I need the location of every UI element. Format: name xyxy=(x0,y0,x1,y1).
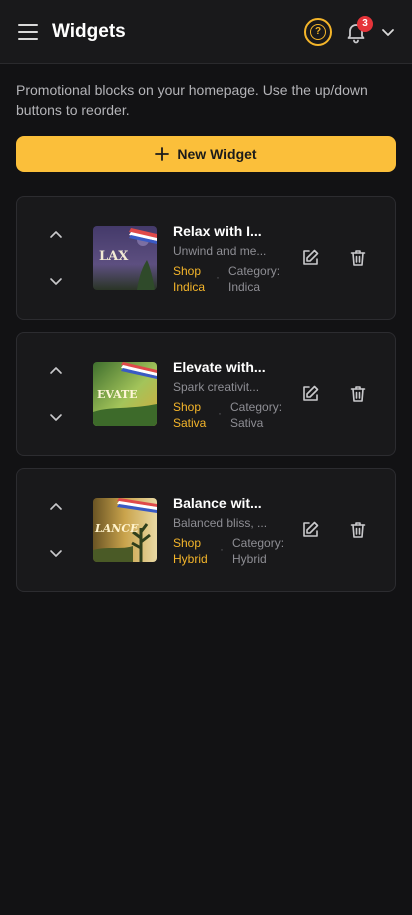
move-down-chevron-icon[interactable] xyxy=(45,270,67,292)
move-down-chevron-icon[interactable] xyxy=(45,406,67,428)
svg-text:LAX: LAX xyxy=(99,249,129,264)
svg-text:LANCE: LANCE xyxy=(94,522,139,535)
separator-dot: · xyxy=(220,542,224,556)
hamburger-menu-icon[interactable] xyxy=(16,20,40,44)
move-up-chevron-icon[interactable] xyxy=(45,496,67,518)
widget-thumbnail: LANCE xyxy=(93,498,157,562)
separator-dot: · xyxy=(218,406,222,420)
top-app-bar: Widgets ? 3 xyxy=(0,0,412,64)
widget-card: EVATE Elevate with... Spark creativit...… xyxy=(16,332,396,456)
edit-icon[interactable] xyxy=(300,248,320,268)
new-widget-button[interactable]: New Widget xyxy=(16,136,396,172)
widget-subtitle: Balanced bliss, ... xyxy=(173,516,268,530)
widget-category: Category: Sativa xyxy=(230,400,283,430)
widget-thumbnail: EVATE xyxy=(93,362,157,426)
trash-icon[interactable] xyxy=(348,520,368,540)
widget-shop-link[interactable]: Shop Indica xyxy=(173,263,213,295)
chevron-down-icon[interactable] xyxy=(378,22,398,42)
help-button[interactable]: ? xyxy=(304,18,332,46)
page-title: Widgets xyxy=(52,21,126,42)
edit-icon[interactable] xyxy=(300,384,320,404)
plus-icon xyxy=(155,147,170,161)
trash-icon[interactable] xyxy=(348,384,368,404)
new-widget-label: New Widget xyxy=(177,146,257,162)
edit-icon[interactable] xyxy=(300,520,320,540)
widget-title: Relax with I... xyxy=(173,223,262,239)
move-up-chevron-icon[interactable] xyxy=(45,224,67,246)
widget-shop-link[interactable]: Shop Sativa xyxy=(173,399,213,431)
separator-dot: · xyxy=(216,270,220,284)
move-up-chevron-icon[interactable] xyxy=(45,360,67,382)
widget-thumbnail: LAX xyxy=(93,226,157,290)
widget-shop-link[interactable]: Shop Hybrid xyxy=(173,535,213,567)
widget-category: Category: Indica xyxy=(228,264,281,294)
trash-icon[interactable] xyxy=(348,248,368,268)
widget-subtitle: Spark creativit... xyxy=(173,380,260,394)
move-down-chevron-icon[interactable] xyxy=(45,542,67,564)
widget-card: LANCE Balance wit... Balanced bliss, ...… xyxy=(16,468,396,592)
widget-category: Category: Hybrid xyxy=(232,536,285,566)
help-icon: ? xyxy=(310,24,326,40)
page-description: Promotional blocks on your homepage. Use… xyxy=(16,82,368,118)
widget-title: Elevate with... xyxy=(173,359,266,375)
svg-text:EVATE: EVATE xyxy=(97,388,138,401)
widget-subtitle: Unwind and me... xyxy=(173,244,267,258)
notification-count-badge: 3 xyxy=(357,16,373,32)
widget-title: Balance wit... xyxy=(173,495,262,511)
widget-card: LAX Relax with I... Unwind and me... Sho… xyxy=(16,196,396,320)
